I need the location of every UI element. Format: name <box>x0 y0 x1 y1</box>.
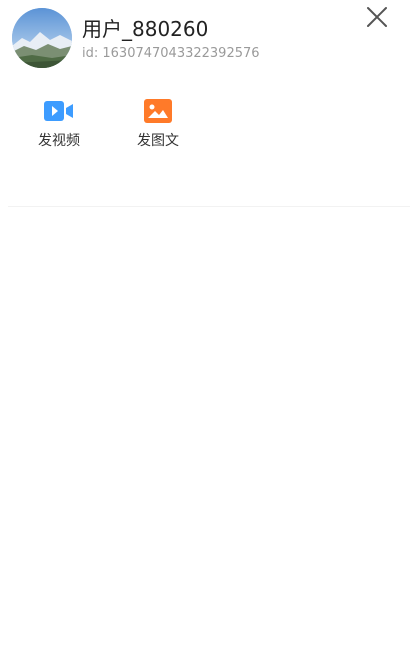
divider <box>8 206 410 207</box>
user-id: id: 1630747043322392576 <box>82 46 260 61</box>
avatar[interactable] <box>12 8 72 68</box>
close-icon <box>367 7 387 27</box>
post-panel: 用户_880260 id: 1630747043322392576 发视频 发图… <box>0 0 418 659</box>
post-video-button[interactable]: 发视频 <box>19 98 99 150</box>
post-image-text-label: 发图文 <box>137 133 179 149</box>
post-video-label: 发视频 <box>38 133 80 149</box>
avatar-image <box>12 8 72 68</box>
video-icon <box>44 98 74 124</box>
close-button[interactable] <box>362 2 392 32</box>
image-icon <box>143 98 173 124</box>
username: 用户_880260 <box>82 17 209 41</box>
post-image-text-button[interactable]: 发图文 <box>118 98 198 150</box>
